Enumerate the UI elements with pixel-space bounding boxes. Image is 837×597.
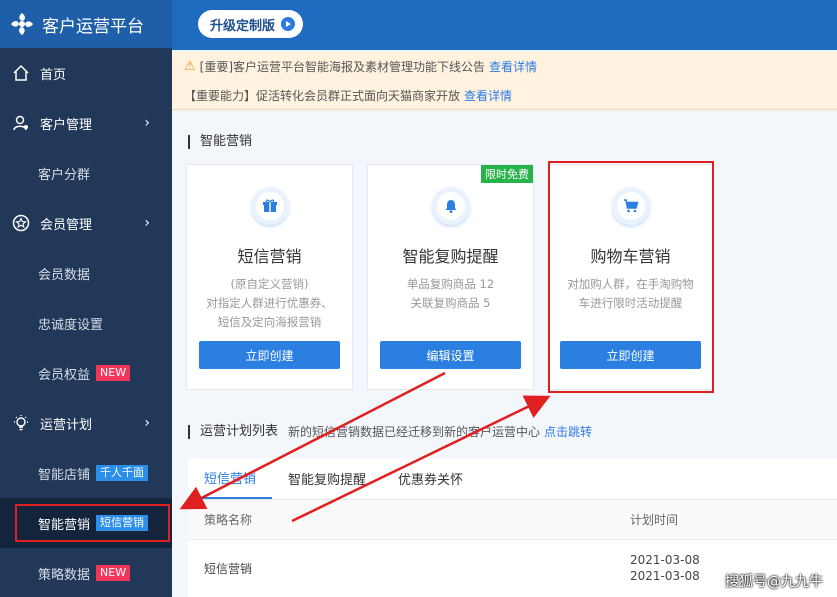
free-tag: 限时免费 xyxy=(481,165,533,183)
user-icon xyxy=(12,114,30,132)
column-header-time: 计划时间 xyxy=(630,513,679,527)
section-title: 智能营销 xyxy=(188,135,252,149)
sidebar-item-label: 会员数据 xyxy=(38,267,91,283)
new-badge: NEW xyxy=(96,565,131,581)
sidebar: 客户运营平台 首页 客户管理 › 客户分群 会员管理 › 会员数据 忠诚度设置 … xyxy=(0,0,172,597)
notice-bar: ⚠ [重要]客户运营平台智能海报及素材管理功能下线公告 查看详情 【重要能力】促… xyxy=(172,52,837,110)
card-desc-line: 对指定人群进行优惠券、 xyxy=(206,296,333,310)
bell-icon xyxy=(431,187,470,225)
tab-coupon-care[interactable]: 优惠券关怀 xyxy=(382,458,479,499)
top-bar: 升级定制版 xyxy=(172,0,837,50)
main-content: 智能营销 短信营销 (原自定义营销) 对指定人群进行优惠券、 短信及定向海报营销… xyxy=(172,112,837,597)
sidebar-item-operation-plan[interactable]: 运营计划 › xyxy=(0,398,172,448)
column-header-name: 策略名称 xyxy=(204,513,253,527)
card-title: 短信营销 xyxy=(237,247,302,266)
card-smart-repurchase: 限时免费 智能复购提醒 单品复购商品 12 关联复购商品 5 编辑设置 xyxy=(367,164,534,390)
highlight-box xyxy=(548,161,714,393)
edit-settings-button[interactable]: 编辑设置 xyxy=(380,341,521,369)
sidebar-item-member-management[interactable]: 会员管理 › xyxy=(0,198,172,248)
plan-notice: 新的短信营销数据已经迁移到新的客户运营中心 xyxy=(288,425,541,439)
new-badge: NEW xyxy=(96,365,131,381)
notice-detail-link[interactable]: 查看详情 xyxy=(464,87,512,104)
plan-title: 运营计划列表 xyxy=(188,424,278,439)
card-desc-line: 关联复购商品 5 xyxy=(410,296,491,310)
sidebar-item-label: 会员权益 xyxy=(38,367,91,383)
sidebar-item-label: 客户管理 xyxy=(40,117,93,133)
sidebar-item-customer-management[interactable]: 客户管理 › xyxy=(0,98,172,148)
sidebar-item-label: 会员管理 xyxy=(40,217,93,233)
card-sms-marketing: 短信营销 (原自定义营销) 对指定人群进行优惠券、 短信及定向海报营销 立即创建 xyxy=(186,164,353,390)
warning-icon: ⚠ xyxy=(184,59,196,74)
star-icon xyxy=(12,214,30,232)
notice-item: ⚠ [重要]客户运营平台智能海报及素材管理功能下线公告 查看详情 xyxy=(172,52,837,81)
notice-detail-link[interactable]: 查看详情 xyxy=(489,58,537,75)
notice-text: [重要]客户运营平台智能海报及素材管理功能下线公告 xyxy=(199,60,486,74)
sidebar-item-label: 客户分群 xyxy=(38,167,91,183)
upgrade-button[interactable]: 升级定制版 xyxy=(198,10,304,38)
chevron-right-icon: › xyxy=(144,115,150,131)
brand-header[interactable]: 客户运营平台 xyxy=(0,0,172,48)
plan-time-end: 2021-03-08 xyxy=(630,569,700,583)
sidebar-item-member-data[interactable]: 会员数据 xyxy=(0,248,172,298)
card-description: (原自定义营销) 对指定人群进行优惠券、 短信及定向海报营销 xyxy=(187,275,352,332)
sidebar-item-member-benefits[interactable]: 会员权益 NEW xyxy=(0,348,172,398)
personalization-badge: 千人千面 xyxy=(96,465,149,481)
plan-time-start: 2021-03-08 xyxy=(630,553,700,567)
tab-smart-repurchase[interactable]: 智能复购提醒 xyxy=(272,458,382,499)
sidebar-item-customer-segments[interactable]: 客户分群 xyxy=(0,148,172,198)
home-icon xyxy=(12,64,30,82)
plan-time: 2021-03-08 2021-03-08 xyxy=(630,552,700,584)
table-header: 策略名称 计划时间 xyxy=(188,500,837,540)
chevron-right-icon: › xyxy=(144,215,150,231)
card-description: 单品复购商品 12 关联复购商品 5 xyxy=(368,275,533,313)
card-desc-line: 短信及定向海报营销 xyxy=(217,315,322,329)
plan-header: 运营计划列表 新的短信营销数据已经迁移到新的客户运营中心 点击跳转 xyxy=(188,423,592,440)
sidebar-item-home[interactable]: 首页 xyxy=(0,48,172,98)
sidebar-item-smart-store[interactable]: 智能店铺 千人千面 xyxy=(0,448,172,498)
card-desc-line: (原自定义营销) xyxy=(230,277,309,291)
chevron-right-icon: › xyxy=(144,415,150,431)
watermark: 搜狐号@九九牛 xyxy=(725,574,823,590)
card-title: 智能复购提醒 xyxy=(402,247,499,266)
create-button[interactable]: 立即创建 xyxy=(199,341,340,369)
sidebar-item-label: 智能店铺 xyxy=(38,467,91,483)
jump-link[interactable]: 点击跳转 xyxy=(544,423,592,440)
sidebar-item-label: 首页 xyxy=(40,67,67,83)
sidebar-item-label: 运营计划 xyxy=(40,417,93,433)
lightbulb-icon xyxy=(12,414,30,432)
upgrade-label: 升级定制版 xyxy=(210,18,276,34)
brand-title: 客户运营平台 xyxy=(42,16,144,37)
strategy-name: 短信营销 xyxy=(204,561,253,576)
gift-icon xyxy=(250,187,289,225)
highlight-box xyxy=(15,504,170,542)
sidebar-item-label: 策略数据 xyxy=(38,567,91,583)
card-desc-line: 单品复购商品 12 xyxy=(406,277,495,291)
sidebar-item-strategy-data[interactable]: 策略数据 NEW xyxy=(0,548,172,597)
sidebar-item-smart-marketing[interactable]: 智能营销 短信营销 xyxy=(0,498,172,548)
tab-bar: 短信营销 智能复购提醒 优惠券关怀 xyxy=(188,458,837,500)
notice-text: 【重要能力】促活转化会员群正式面向天猫商家开放 xyxy=(184,89,461,103)
tab-sms-marketing[interactable]: 短信营销 xyxy=(188,458,273,499)
logo-icon xyxy=(11,13,33,35)
sidebar-item-loyalty-settings[interactable]: 忠诚度设置 xyxy=(0,298,172,348)
play-icon xyxy=(281,17,296,31)
notice-item: 【重要能力】促活转化会员群正式面向天猫商家开放 查看详情 xyxy=(172,81,837,110)
sidebar-item-label: 忠诚度设置 xyxy=(38,317,104,333)
